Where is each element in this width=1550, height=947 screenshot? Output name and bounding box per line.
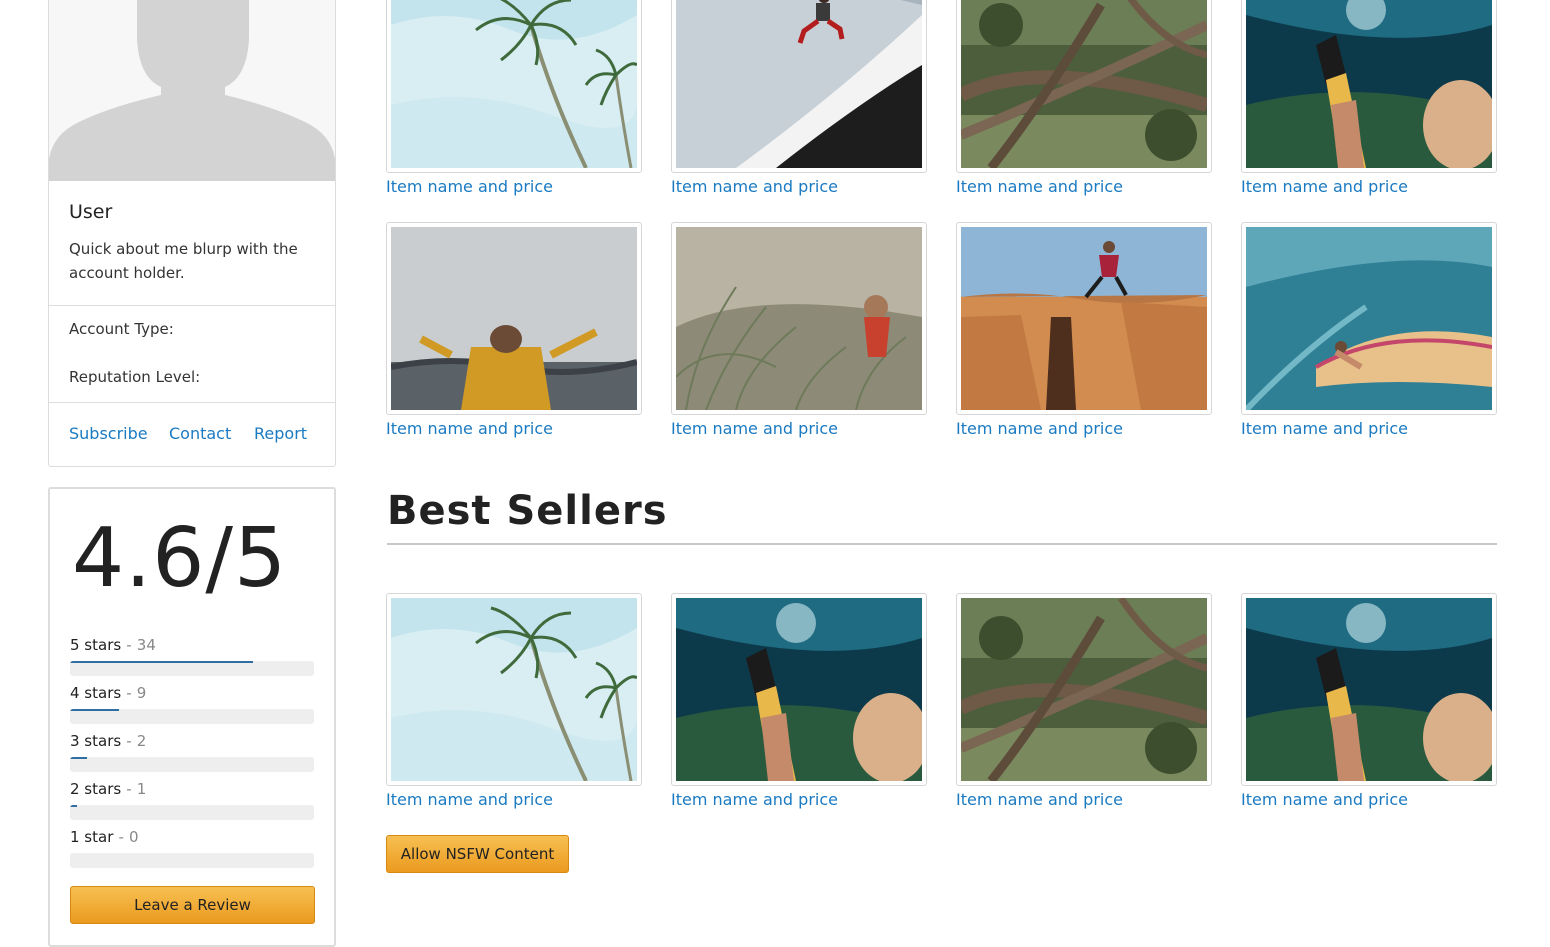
rating-separator: - <box>126 780 132 798</box>
product-link[interactable]: Item name and price <box>956 419 1212 438</box>
product-link[interactable]: Item name and price <box>1241 419 1497 438</box>
rating-row-2: 2 stars - 1 <box>70 779 316 820</box>
rating-bar-fill <box>70 709 119 711</box>
product-link[interactable]: Item name and price <box>671 419 927 438</box>
product-thumbnail[interactable] <box>956 593 1212 786</box>
product-thumbnail[interactable] <box>386 222 642 415</box>
rating-row-5: 5 stars - 34 <box>70 635 316 676</box>
rating-count: 1 <box>136 780 147 798</box>
product-thumbnail[interactable] <box>1241 593 1497 786</box>
leave-review-button[interactable]: Leave a Review <box>70 886 315 924</box>
rating-row-4: 4 stars - 9 <box>70 683 316 724</box>
wave-surfer-image <box>1246 227 1492 410</box>
product-card[interactable]: Item name and price <box>956 593 1212 809</box>
rating-separator: - <box>118 828 124 846</box>
rating-separator: - <box>126 732 132 750</box>
avatar-silhouette-icon <box>49 0 335 181</box>
product-card[interactable]: Item name and price <box>386 593 642 809</box>
product-link[interactable]: Item name and price <box>671 177 927 196</box>
rating-count: 0 <box>128 828 139 846</box>
product-link[interactable]: Item name and price <box>386 177 642 196</box>
rating-bar <box>70 661 314 676</box>
product-card[interactable]: Item name and price <box>386 222 642 438</box>
rating-row-3: 3 stars - 2 <box>70 731 316 772</box>
reputation-level-label: Reputation Level: <box>69 368 201 386</box>
palm-trees-image <box>391 0 637 168</box>
subscribe-link[interactable]: Subscribe <box>69 424 148 443</box>
rating-label: 1 star <box>70 828 114 846</box>
underwater-fins-image <box>1246 0 1492 168</box>
underwater-fins-image <box>1246 598 1492 781</box>
divider <box>49 305 335 306</box>
forest-branches-image <box>961 598 1207 781</box>
palm-trees-image <box>391 598 637 781</box>
product-link[interactable]: Item name and price <box>956 177 1212 196</box>
coast-yellow-jacket-image <box>391 227 637 410</box>
allow-nsfw-button[interactable]: Allow NSFW Content <box>386 835 569 873</box>
rating-bar <box>70 805 314 820</box>
rating-card: 4.6/5 5 stars - 34 4 stars - 9 3 stars -… <box>48 487 336 947</box>
product-card[interactable]: Item name and price <box>1241 0 1497 196</box>
rating-label: 4 stars <box>70 684 122 702</box>
user-name: User <box>69 201 113 223</box>
product-link[interactable]: Item name and price <box>386 790 642 809</box>
rating-score: 4.6/5 <box>72 511 288 606</box>
best-sellers-heading: Best Sellers <box>387 488 668 534</box>
rating-label: 5 stars <box>70 636 122 654</box>
divider <box>49 402 335 403</box>
product-thumbnail[interactable] <box>386 0 642 173</box>
rating-bar <box>70 757 314 772</box>
avatar <box>49 0 335 181</box>
product-link[interactable]: Item name and price <box>1241 790 1497 809</box>
product-link[interactable]: Item name and price <box>386 419 642 438</box>
product-thumbnail[interactable] <box>956 222 1212 415</box>
product-card[interactable]: Item name and price <box>671 222 927 438</box>
product-thumbnail[interactable] <box>671 593 927 786</box>
profile-card: User Quick about me blurp with the accou… <box>48 0 336 467</box>
rating-label: 3 stars <box>70 732 122 750</box>
rating-separator: - <box>126 636 132 654</box>
product-card[interactable]: Item name and price <box>1241 222 1497 438</box>
product-thumbnail[interactable] <box>956 0 1212 173</box>
rating-row-1: 1 star - 0 <box>70 827 316 868</box>
forest-branches-image <box>961 0 1207 168</box>
jumping-athlete-image <box>676 0 922 168</box>
user-about: Quick about me blurp with the account ho… <box>69 240 298 282</box>
report-link[interactable]: Report <box>254 424 307 443</box>
product-thumbnail[interactable] <box>1241 0 1497 173</box>
product-link[interactable]: Item name and price <box>671 790 927 809</box>
product-card[interactable]: Item name and price <box>956 0 1212 196</box>
canyon-jump-image <box>961 227 1207 410</box>
product-thumbnail[interactable] <box>1241 222 1497 415</box>
rating-count: 34 <box>136 636 156 654</box>
rating-bar-fill <box>70 805 78 807</box>
product-thumbnail[interactable] <box>671 222 927 415</box>
product-thumbnail[interactable] <box>386 593 642 786</box>
section-divider <box>387 543 1497 545</box>
rating-count: 9 <box>136 684 147 702</box>
underwater-fins-image <box>676 598 922 781</box>
product-card[interactable]: Item name and price <box>671 593 927 809</box>
rating-bar-fill <box>70 661 253 663</box>
product-card[interactable]: Item name and price <box>956 222 1212 438</box>
rating-bar <box>70 709 314 724</box>
account-type-label: Account Type: <box>69 320 174 338</box>
rating-separator: - <box>126 684 132 702</box>
rating-bar-fill <box>70 757 88 759</box>
product-link[interactable]: Item name and price <box>956 790 1212 809</box>
product-link[interactable]: Item name and price <box>1241 177 1497 196</box>
rating-count: 2 <box>136 732 147 750</box>
product-card[interactable]: Item name and price <box>386 0 642 196</box>
product-card[interactable]: Item name and price <box>1241 593 1497 809</box>
product-card[interactable]: Item name and price <box>671 0 927 196</box>
rating-bar <box>70 853 314 868</box>
dune-grass-image <box>676 227 922 410</box>
rating-label: 2 stars <box>70 780 122 798</box>
contact-link[interactable]: Contact <box>169 424 231 443</box>
product-thumbnail[interactable] <box>671 0 927 173</box>
